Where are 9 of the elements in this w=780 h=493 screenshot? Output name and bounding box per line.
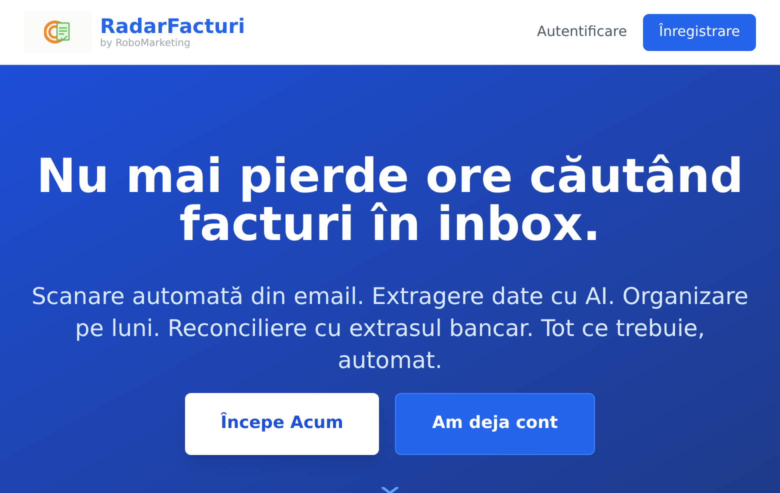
brand-tagline: by RoboMarketing [100, 38, 192, 50]
hero-subtitle: Scanare automată din email. Extragere date cu AI. Organizare pe luni. Reconciliere cu extrasul bancar. Tot ce trebuie, automat. [30, 283, 750, 376]
login-button[interactable]: Am deja cont [395, 393, 595, 455]
login-link[interactable]: Autentificare [529, 14, 635, 50]
start-button[interactable]: Începe Acum [185, 393, 379, 455]
register-button[interactable]: Înregistrare [642, 14, 756, 50]
radar-document-icon [44, 19, 72, 45]
hero-title: Nu mai pierde ore căutând facturi în inbox. [35, 153, 745, 249]
brand-name: RadarFacturi [100, 14, 245, 38]
